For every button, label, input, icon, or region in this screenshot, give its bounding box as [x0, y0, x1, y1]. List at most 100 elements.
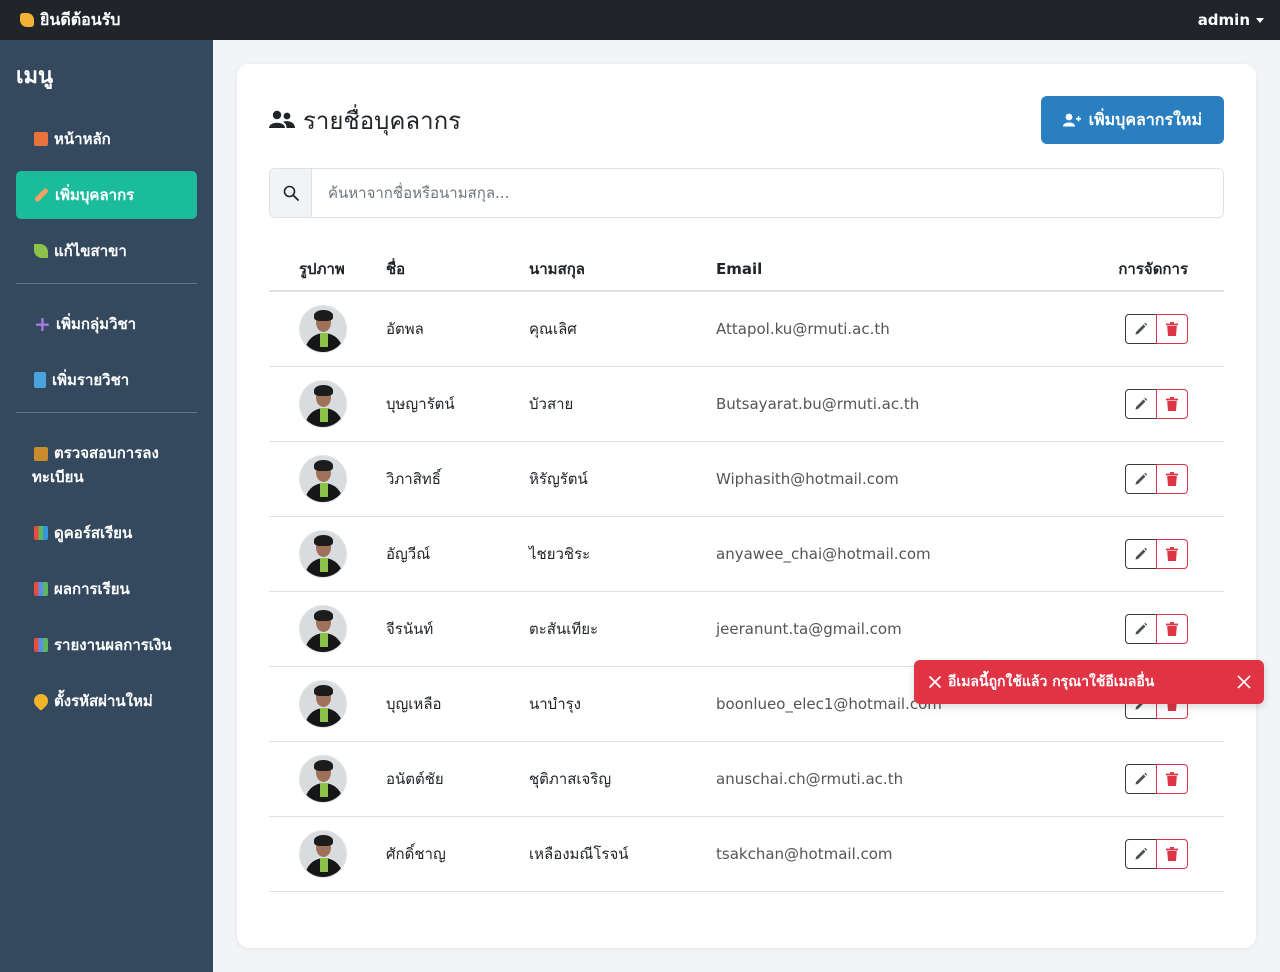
pencil-icon: [1135, 472, 1148, 484]
edit-button[interactable]: [1125, 463, 1157, 494]
email-cell: jeeranunt.ta@gmail.com: [716, 591, 1086, 667]
column-header-photo: รูปภาพ: [269, 248, 386, 292]
last-name-cell: นาบำรุง: [529, 666, 716, 742]
delete-button[interactable]: [1156, 763, 1188, 794]
last-name-cell: ไชยวชิระ: [529, 516, 716, 592]
brand-text: ยินดีต้อนรับ: [40, 9, 121, 29]
delete-button[interactable]: [1156, 313, 1188, 344]
photo-cell: [269, 366, 386, 442]
avatar: [299, 754, 347, 803]
pencil-icon: [1135, 622, 1148, 634]
trash-icon: [1166, 321, 1178, 336]
personnel-table: รูปภาพ ชื่อ นามสกุล Email การจัดการ อัตพ…: [269, 248, 1224, 892]
waving-hand-icon: [20, 13, 34, 27]
delete-button[interactable]: [1156, 838, 1188, 869]
add-personnel-label: เพิ่มบุคลากรใหม่: [1088, 109, 1202, 129]
user-dropdown[interactable]: admin: [1198, 11, 1264, 29]
table-row: ศักดิ์ชาญ เหลืองมณีโรจน์ tsakchan@hotmail.…: [269, 816, 1224, 892]
trash-icon: [1166, 621, 1178, 636]
email-cell: tsakchan@hotmail.com: [716, 816, 1086, 892]
sidebar-item-add-personnel[interactable]: เพิ่มบุคลากร: [16, 171, 197, 219]
edit-button[interactable]: [1125, 388, 1157, 419]
chart-icon: [34, 582, 48, 596]
photo-cell: [269, 591, 386, 667]
sidebar-item-home[interactable]: หน้าหลัก: [16, 115, 197, 163]
delete-button[interactable]: [1156, 463, 1188, 494]
table-row: อัตพล คุณเลิศ Attapol.ku@rmuti.ac.th: [269, 291, 1224, 367]
sidebar-divider: [16, 412, 197, 413]
plus-icon: +: [34, 312, 51, 336]
delete-button[interactable]: [1156, 538, 1188, 569]
row-actions: [1125, 763, 1188, 794]
email-cell: Butsayarat.bu@rmuti.ac.th: [716, 366, 1086, 442]
trash-icon: [1166, 771, 1178, 786]
sidebar-item-add-subject-group[interactable]: + เพิ่มกลุ่มวิชา: [16, 300, 197, 348]
sidebar-item-label: ดูคอร์สเรียน: [54, 524, 133, 542]
toast-message: อีเมลนี้ถูกใช้แล้ว กรุณาใช้อีเมลอื่น: [948, 674, 1155, 690]
sidebar-item-add-subject[interactable]: เพิ่มรายวิชา: [16, 356, 197, 404]
actions-cell: [1086, 591, 1224, 667]
sidebar-item-view-courses[interactable]: ดูคอร์สเรียน: [16, 509, 197, 557]
pencil-icon: [1135, 322, 1148, 335]
edit-button[interactable]: [1125, 838, 1157, 869]
photo-cell: [269, 816, 386, 892]
photo-cell: [269, 516, 386, 592]
photo-cell: [269, 741, 386, 817]
first-name-cell: บุษญารัตน์: [386, 366, 529, 442]
email-cell: Attapol.ku@rmuti.ac.th: [716, 291, 1086, 367]
row-actions: [1125, 463, 1188, 494]
row-actions: [1125, 538, 1188, 569]
email-cell: Wiphasith@hotmail.com: [716, 441, 1086, 517]
photo-cell: [269, 666, 386, 742]
first-name-cell: ศักดิ์ชาญ: [386, 816, 529, 892]
sidebar-item-check-registration[interactable]: ตรวจสอบการลงทะเบียน: [16, 429, 197, 501]
users-icon: [269, 110, 295, 128]
user-plus-icon: [1062, 113, 1081, 127]
edit-button[interactable]: [1125, 613, 1157, 644]
email-cell: anyawee_chai@hotmail.com: [716, 516, 1086, 592]
book-icon: [34, 372, 46, 388]
add-personnel-button[interactable]: เพิ่มบุคลากรใหม่: [1040, 96, 1224, 144]
edit-button[interactable]: [1125, 538, 1157, 569]
email-cell: anuschai.ch@rmuti.ac.th: [716, 741, 1086, 817]
avatar: [299, 454, 347, 503]
sidebar-item-reset-password[interactable]: ตั้งรหัสผ่านใหม่: [16, 677, 197, 725]
actions-cell: [1086, 441, 1224, 517]
table-row: จีรนันท์ ตะสันเทียะ jeeranunt.ta@gmail.com: [269, 591, 1224, 667]
delete-button[interactable]: [1156, 613, 1188, 644]
house-icon: [34, 132, 48, 146]
inspector-icon: [34, 446, 48, 461]
trash-icon: [1166, 471, 1178, 486]
actions-cell: [1086, 816, 1224, 892]
delete-button[interactable]: [1156, 388, 1188, 419]
sidebar-item-label: หน้าหลัก: [54, 130, 111, 148]
row-actions: [1125, 838, 1188, 869]
first-name-cell: วิภาสิทธิ์: [386, 441, 529, 517]
page-title: รายชื่อบุคลากร: [269, 101, 461, 140]
sidebar-item-label: เพิ่มรายวิชา: [52, 371, 130, 389]
table-row: บุษญารัตน์ บัวสาย Butsayarat.bu@rmuti.ac.t…: [269, 366, 1224, 442]
edit-button[interactable]: [1125, 763, 1157, 794]
brand: ยินดีต้อนรับ: [20, 8, 120, 33]
trash-icon: [1166, 846, 1178, 861]
chart-icon: [34, 638, 48, 652]
pencil-icon: [1135, 847, 1148, 859]
trash-icon: [1166, 546, 1178, 561]
trash-icon: [1166, 396, 1178, 411]
sidebar-item-edit-branch[interactable]: แก้ไขสาขา: [16, 227, 197, 275]
last-name-cell: เหลืองมณีโรจน์: [529, 816, 716, 892]
search-input[interactable]: [312, 169, 1223, 217]
row-actions: [1125, 313, 1188, 344]
column-header-last-name: นามสกุล: [529, 248, 716, 292]
sidebar-item-finance-report[interactable]: รายงานผลการเงิน: [16, 621, 197, 669]
first-name-cell: อัตพล: [386, 291, 529, 367]
sidebar-item-label: ตรวจสอบการลงทะเบียน: [32, 444, 159, 486]
edit-button[interactable]: [1125, 313, 1157, 344]
pencil-icon: [1135, 397, 1148, 409]
sidebar-item-grades[interactable]: ผลการเรียน: [16, 565, 197, 613]
sidebar-item-label: ตั้งรหัสผ่านใหม่: [54, 692, 153, 710]
close-icon[interactable]: [1236, 674, 1252, 690]
pencil-icon: [34, 187, 49, 203]
avatar: [299, 379, 347, 428]
pencil-icon: [1135, 547, 1148, 559]
